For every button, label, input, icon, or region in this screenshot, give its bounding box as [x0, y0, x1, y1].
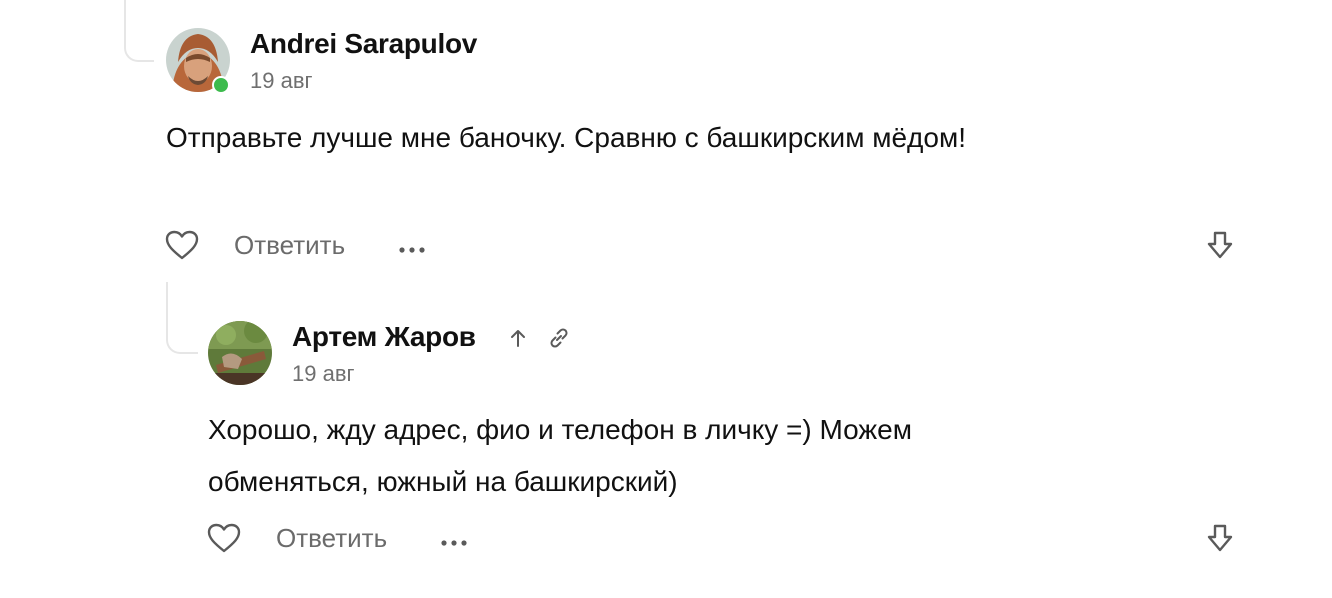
comment-text: Отправьте лучше мне баночку. Сравню с ба…	[166, 122, 966, 153]
avatar[interactable]	[208, 321, 272, 385]
thread-connector-reply	[166, 282, 198, 354]
comment-author[interactable]: Артем Жаров	[292, 321, 476, 353]
heart-icon[interactable]	[206, 522, 242, 559]
comment-author[interactable]: Andrei Sarapulov	[250, 28, 477, 60]
more-options-icon[interactable]	[440, 534, 468, 552]
more-options-icon[interactable]	[398, 241, 426, 259]
link-icon[interactable]	[546, 325, 572, 356]
arrow-up-icon	[508, 327, 528, 354]
arrow-down-vote-icon[interactable]	[1206, 523, 1234, 558]
arrow-down-vote-icon[interactable]	[1206, 230, 1234, 265]
online-status-indicator	[212, 76, 230, 94]
comment-date[interactable]: 19 авг	[250, 68, 313, 94]
comment-text: Хорошо, жду адрес, фио и телефон в личку…	[208, 414, 912, 497]
comment-date[interactable]: 19 авг	[292, 361, 355, 387]
reply-button[interactable]: Ответить	[234, 230, 345, 261]
heart-icon[interactable]	[164, 229, 200, 266]
thread-connector-top	[124, 0, 154, 62]
reply-button[interactable]: Ответить	[276, 523, 387, 554]
